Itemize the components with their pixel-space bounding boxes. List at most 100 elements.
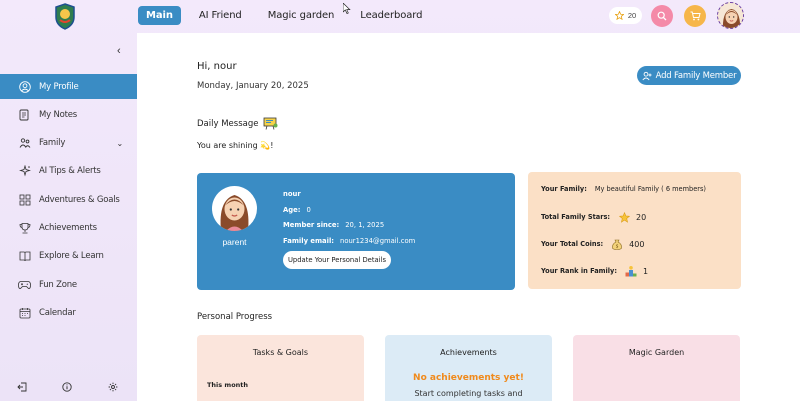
main-nav: Main AI Friend Magic garden Leaderboard <box>138 6 430 25</box>
sidebar-item-label: My Profile <box>39 81 79 92</box>
money-bag-icon: $ <box>611 238 623 250</box>
app-logo[interactable] <box>54 3 76 30</box>
family-row: Your Family: My beautiful Family ( 6 mem… <box>541 185 706 193</box>
sidebar-menu: My Profile My Notes Family ⌄ AI Tips & A… <box>0 74 137 329</box>
member-since-label: Member since: <box>283 221 340 229</box>
tasks-period: This month <box>207 381 249 389</box>
profile-role: parent <box>222 237 247 247</box>
coins-label: Your Total Coins: <box>541 240 604 248</box>
age-value: 0 <box>306 205 311 214</box>
daily-message: You are shining 💫! <box>197 141 274 150</box>
sidebar: ‹ My Profile My Notes Family ⌄ AI Tips &… <box>0 33 137 401</box>
achievements-card[interactable]: Achievements No achievements yet! Start … <box>385 335 552 401</box>
email-label: Family email: <box>283 236 335 245</box>
shop-button[interactable] <box>684 5 706 27</box>
top-bar: Main AI Friend Magic garden Leaderboard … <box>0 0 800 33</box>
rank-row: Your Rank in Family: 1 <box>541 265 648 277</box>
family-label: Your Family: <box>541 185 587 193</box>
tasks-goals-title: Tasks & Goals <box>252 348 309 357</box>
sidebar-item-label: Explore & Learn <box>39 251 104 262</box>
podium-icon <box>625 265 637 277</box>
info-icon[interactable] <box>62 379 72 397</box>
update-details-button[interactable]: Update Your Personal Details <box>283 251 391 269</box>
main-content: Hi, nour Monday, January 20, 2025 Add Fa… <box>137 33 800 401</box>
profile-name: nour <box>283 190 301 198</box>
age-label: Age: <box>283 205 301 214</box>
profile-avatar <box>212 186 257 231</box>
sidebar-item-label: Calendar <box>39 307 76 318</box>
tasks-goals-card[interactable]: Tasks & Goals This month <box>197 335 364 401</box>
email-value: nour1234@gmail.com <box>340 236 416 245</box>
sidebar-item-label: AI Tips & Alerts <box>39 166 101 177</box>
sidebar-item-ai-tips[interactable]: AI Tips & Alerts <box>0 159 137 184</box>
coins-row: Your Total Coins: $ 400 <box>541 238 644 250</box>
sidebar-item-my-notes[interactable]: My Notes <box>0 102 137 127</box>
magic-garden-title: Magic Garden <box>628 348 685 357</box>
sidebar-footer <box>0 379 137 393</box>
achievements-hint: Start completing tasks and <box>414 389 523 398</box>
personal-progress-title: Personal Progress <box>197 312 273 322</box>
sidebar-item-label: My Notes <box>39 109 78 120</box>
family-icon <box>18 137 31 150</box>
achievements-empty-message: No achievements yet! <box>413 373 524 383</box>
chevron-left-icon: ‹ <box>117 45 121 57</box>
sidebar-item-my-profile[interactable]: My Profile <box>0 74 137 99</box>
adventure-icon <box>18 193 31 206</box>
ai-icon <box>18 165 31 178</box>
message-board-icon <box>264 117 278 130</box>
mouse-cursor-icon <box>343 3 351 14</box>
achievements-title: Achievements <box>440 348 497 357</box>
profile-info: nour Age: 0 Member since: 20, 1, 2025 Fami… <box>283 187 415 249</box>
svg-text:$: $ <box>616 244 619 250</box>
sidebar-item-calendar[interactable]: Calendar <box>0 300 137 325</box>
nav-magic-garden[interactable]: Magic garden <box>260 6 343 25</box>
calendar-icon <box>18 306 31 319</box>
sidebar-item-label: Fun Zone <box>39 279 77 290</box>
nav-leaderboard[interactable]: Leaderboard <box>352 6 430 25</box>
sidebar-item-fun-zone[interactable]: Fun Zone <box>0 272 137 297</box>
trophy-icon <box>18 221 31 234</box>
current-date: Monday, January 20, 2025 <box>197 81 309 91</box>
star-icon <box>618 211 630 223</box>
family-value: My beautiful Family ( 6 members) <box>594 185 706 193</box>
collapse-sidebar-button[interactable]: ‹ <box>117 45 121 57</box>
member-since-value: 20, 1, 2025 <box>345 221 385 229</box>
settings-gear-icon[interactable] <box>108 379 118 397</box>
family-summary-card: Your Family: My beautiful Family ( 6 mem… <box>528 172 741 289</box>
nav-main[interactable]: Main <box>138 6 181 25</box>
star-icon <box>614 11 624 20</box>
rank-value: 1 <box>643 266 649 276</box>
sidebar-item-explore[interactable]: Explore & Learn <box>0 244 137 269</box>
stars-count: 20 <box>627 11 637 20</box>
profile-card: parent nour Age: 0 Member since: 20, 1, 20… <box>197 173 515 290</box>
add-user-icon <box>642 71 652 80</box>
chevron-down-icon: ⌄ <box>116 138 123 148</box>
rank-label: Your Rank in Family: <box>541 267 617 275</box>
explore-icon <box>18 250 31 263</box>
logout-icon[interactable] <box>17 379 27 397</box>
sidebar-item-achievements[interactable]: Achievements <box>0 215 137 240</box>
add-family-member-label: Add Family Member <box>655 70 737 81</box>
gamepad-icon <box>18 278 31 291</box>
magic-garden-card[interactable]: Magic Garden <box>573 335 740 401</box>
greeting: Hi, nour <box>197 61 237 72</box>
search-icon <box>657 11 667 21</box>
notes-icon <box>18 108 31 121</box>
daily-message-title: Daily Message <box>197 117 278 130</box>
coins-value: 400 <box>629 239 645 249</box>
sidebar-item-label: Adventures & Goals <box>39 194 120 205</box>
user-avatar[interactable] <box>717 2 744 29</box>
family-stars-row: Total Family Stars: 20 <box>541 211 646 223</box>
sidebar-item-adventures[interactable]: Adventures & Goals <box>0 187 137 212</box>
sidebar-item-label: Family <box>39 138 66 149</box>
user-icon <box>18 80 31 93</box>
search-button[interactable] <box>651 5 673 27</box>
add-family-member-button[interactable]: Add Family Member <box>637 66 741 85</box>
sidebar-item-family[interactable]: Family ⌄ <box>0 131 137 156</box>
sidebar-item-label: Achievements <box>39 222 97 233</box>
family-stars-value: 20 <box>636 212 647 222</box>
stars-counter[interactable]: 20 <box>609 7 642 24</box>
nav-ai-friend[interactable]: AI Friend <box>191 6 250 25</box>
family-stars-label: Total Family Stars: <box>541 213 611 221</box>
cart-icon <box>690 11 701 21</box>
